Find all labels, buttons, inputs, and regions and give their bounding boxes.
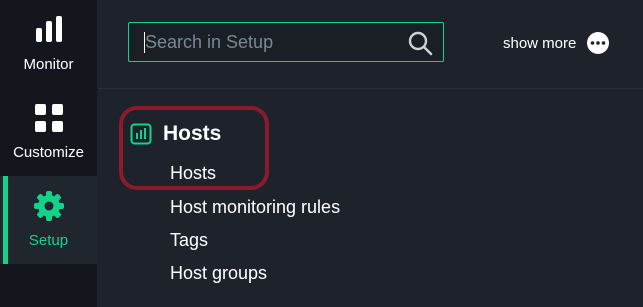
show-more-label: show more <box>503 34 577 52</box>
menu-item-tags[interactable]: Tags <box>170 230 208 251</box>
top-bar: show more <box>98 0 643 89</box>
grid-icon <box>35 104 63 132</box>
menu-item-hosts[interactable]: Hosts <box>170 163 216 184</box>
sidebar-item-setup[interactable]: Setup <box>0 176 97 264</box>
sidebar-item-customize[interactable]: Customize <box>0 88 97 176</box>
menu-item-host-monitoring-rules[interactable]: Host monitoring rules <box>170 197 340 218</box>
sidebar-item-label: Customize <box>13 144 84 161</box>
setup-page: Monitor Customize Setup Search in Setup … <box>0 0 643 307</box>
section-header: Hosts <box>130 122 221 146</box>
sidebar-item-label: Monitor <box>23 56 74 73</box>
search-input[interactable] <box>139 23 395 61</box>
hosts-icon <box>130 123 152 145</box>
sidebar-item-monitor[interactable]: Monitor <box>0 0 97 88</box>
setup-content: Hosts Hosts Host monitoring rules Tags H… <box>98 89 643 307</box>
gear-icon <box>34 191 64 221</box>
section-title: Hosts <box>163 122 222 145</box>
more-icon <box>587 32 610 54</box>
text-caret <box>144 32 145 53</box>
search-box[interactable] <box>128 22 444 62</box>
main-panel: show more Hosts Hosts H <box>98 0 643 307</box>
search-icon[interactable] <box>407 30 433 56</box>
bar-chart-icon <box>36 16 62 42</box>
show-more-button[interactable]: show more <box>503 31 610 55</box>
main-sidebar: Monitor Customize Setup <box>0 0 97 307</box>
menu-item-host-groups[interactable]: Host groups <box>170 263 267 284</box>
sidebar-item-label: Setup <box>28 232 69 249</box>
